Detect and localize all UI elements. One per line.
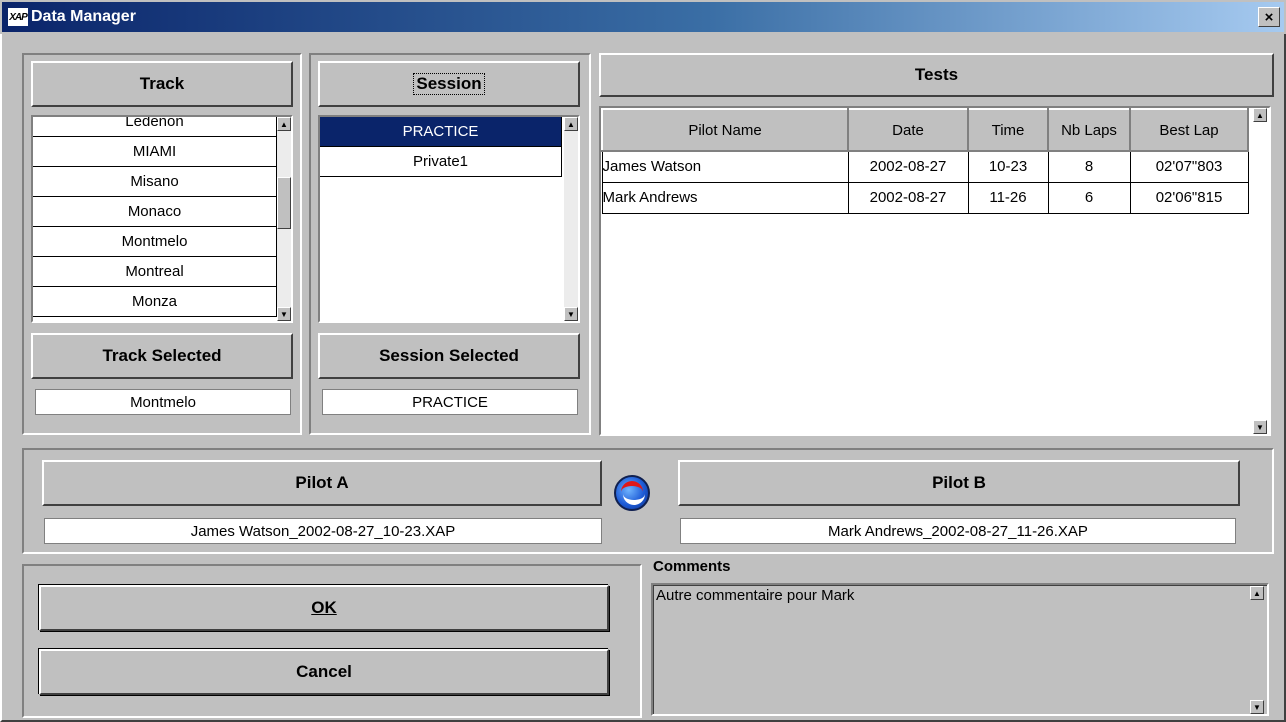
track-group: Track Ledenon MIAMI Misano Monaco Montme… [22,53,302,435]
session-list[interactable]: PRACTICE Private1 ▲ ▼ [318,115,580,323]
track-selected-header: Track Selected [31,333,293,379]
comments-label: Comments [653,558,731,575]
pilot-a-header: Pilot A [42,460,602,506]
xap-logo-icon: XAP [8,8,28,26]
column-header-pilot-name[interactable]: Pilot Name [601,108,849,152]
comments-textarea[interactable]: Autre commentaire pour Mark [651,583,1269,716]
track-selected-field: Montmelo [35,389,291,415]
track-list-item[interactable]: Montmelo [33,227,277,257]
cell-date: 2002-08-27 [847,150,969,183]
swap-arrows-icon[interactable] [614,475,650,511]
scroll-down-arrow-icon[interactable]: ▼ [1253,420,1267,434]
track-header-label: Track [139,74,185,93]
pilot-a-label: Pilot A [295,473,349,492]
scroll-up-arrow-icon[interactable]: ▲ [564,117,578,131]
column-header-best-lap[interactable]: Best Lap [1129,108,1249,152]
pilot-b-file-field: Mark Andrews_2002-08-27_11-26.XAP [680,518,1236,544]
scroll-up-arrow-icon[interactable]: ▲ [1253,108,1267,122]
session-list-scrollbar[interactable]: ▲ ▼ [564,117,578,321]
scroll-down-arrow-icon[interactable]: ▼ [277,307,291,321]
pilot-a-file-field: James Watson_2002-08-27_10-23.XAP [44,518,602,544]
table-row[interactable]: James Watson 2002-08-27 10-23 8 02'07"80… [601,150,1249,183]
cell-time: 10-23 [967,150,1049,183]
scroll-down-arrow-icon[interactable]: ▼ [1250,700,1264,714]
track-list-item[interactable]: MIAMI [33,137,277,167]
cell-date: 2002-08-27 [847,181,969,214]
tests-grid-scrollbar[interactable]: ▲ ▼ [1253,108,1267,434]
column-header-date[interactable]: Date [847,108,969,152]
dialog-client-area: Track Ledenon MIAMI Misano Monaco Montme… [0,34,1286,722]
scroll-thumb[interactable] [277,177,291,229]
cell-nb-laps: 6 [1047,181,1131,214]
tests-header-label: Tests [914,65,959,84]
cell-best-lap: 02'07"803 [1129,150,1249,183]
session-header[interactable]: Session [318,61,580,107]
window-title: Data Manager [31,8,136,25]
cell-best-lap: 02'06"815 [1129,181,1249,214]
cell-pilot-name: James Watson [601,150,849,183]
session-group: Session PRACTICE Private1 ▲ ▼ Session Se… [309,53,591,435]
pilot-b-label: Pilot B [932,473,986,492]
session-list-item[interactable]: Private1 [320,147,562,177]
session-header-label: Session [413,73,485,95]
track-list-item[interactable]: Monaco [33,197,277,227]
track-list-item[interactable]: Misano [33,167,277,197]
session-selected-header: Session Selected [318,333,580,379]
cell-pilot-name: Mark Andrews [601,181,849,214]
scroll-down-arrow-icon[interactable]: ▼ [564,307,578,321]
pilot-b-header: Pilot B [678,460,1240,506]
session-selected-label: Session Selected [379,346,519,365]
ok-button-label: OK [311,598,337,617]
column-header-time[interactable]: Time [967,108,1049,152]
track-list-scrollbar[interactable]: ▲ ▼ [277,117,291,321]
scroll-up-arrow-icon[interactable]: ▲ [1250,586,1264,600]
comments-scrollbar[interactable]: ▲ ▼ [1250,586,1264,714]
track-header[interactable]: Track [31,61,293,107]
table-row[interactable]: Mark Andrews 2002-08-27 11-26 6 02'06"81… [601,181,1249,214]
tests-grid[interactable]: Pilot Name Date Time Nb Laps Best Lap Ja… [599,106,1271,436]
actions-group: OK Cancel [22,564,642,718]
cell-nb-laps: 8 [1047,150,1131,183]
data-manager-window: XAP Data Manager × Track Ledenon MIAMI M… [0,0,1286,722]
cell-time: 11-26 [967,181,1049,214]
track-list-item[interactable]: Montreal [33,257,277,287]
title-bar[interactable]: XAP Data Manager × [2,2,1284,32]
cancel-button[interactable]: Cancel [39,649,609,695]
track-list-item[interactable]: Ledenon [33,117,277,137]
scroll-up-arrow-icon[interactable]: ▲ [277,117,291,131]
track-selected-label: Track Selected [102,346,222,365]
pilots-group: Pilot A James Watson_2002-08-27_10-23.XA… [22,448,1274,554]
tests-header: Tests [599,53,1274,97]
track-list-item[interactable]: Monza [33,287,277,317]
ok-button[interactable]: OK [39,585,609,631]
column-header-nb-laps[interactable]: Nb Laps [1047,108,1131,152]
track-list[interactable]: Ledenon MIAMI Misano Monaco Montmelo Mon… [31,115,293,323]
tests-table: Pilot Name Date Time Nb Laps Best Lap Ja… [601,108,1249,214]
close-button[interactable]: × [1258,7,1280,27]
session-list-item-selected[interactable]: PRACTICE [320,117,562,147]
session-selected-field: PRACTICE [322,389,578,415]
tests-header-row: Pilot Name Date Time Nb Laps Best Lap [601,108,1249,152]
cancel-button-label: Cancel [296,662,352,681]
